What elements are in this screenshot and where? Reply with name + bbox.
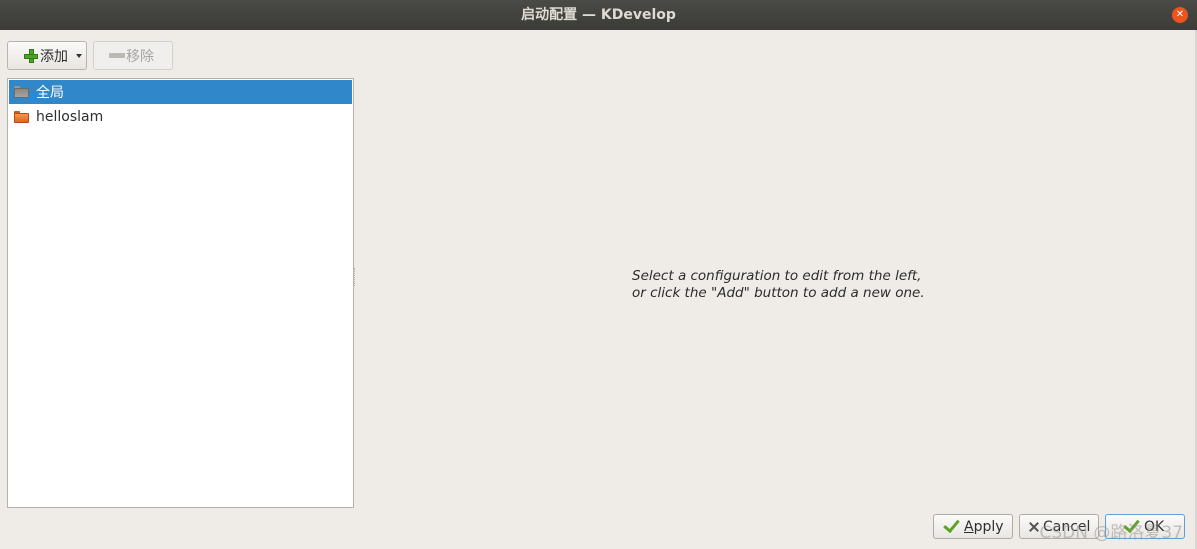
tree-item-global[interactable]: 全局: [9, 80, 352, 104]
hint-line-2: or click the "Add" button to add a new o…: [632, 285, 925, 301]
add-button[interactable]: 添加: [7, 41, 87, 70]
apply-button-label: Apply: [964, 518, 1004, 535]
tree-item-helloslam[interactable]: helloslam: [9, 105, 352, 129]
watermark: CSDN @路洛夏37: [1039, 523, 1183, 543]
checkmark-icon: [943, 515, 960, 534]
apply-button[interactable]: Apply: [933, 514, 1013, 539]
minus-icon: [109, 53, 125, 58]
empty-hint-text: Select a configuration to edit from the …: [632, 268, 925, 302]
window-title: 启动配置 — KDevelop: [521, 7, 676, 23]
close-icon[interactable]: ✕: [1172, 7, 1188, 23]
plus-icon: [23, 48, 39, 64]
tree-item-label: 全局: [36, 85, 64, 101]
dropdown-arrow-icon[interactable]: [76, 54, 82, 58]
add-button-label: 添加: [40, 48, 68, 65]
cancel-icon: [1028, 521, 1040, 533]
folder-icon: [14, 86, 29, 98]
remove-button-label: 移除: [126, 48, 154, 65]
splitter-handle[interactable]: [354, 268, 357, 286]
hint-line-1: Select a configuration to edit from the …: [632, 268, 922, 284]
launch-config-tree[interactable]: 全局 helloslam: [7, 78, 354, 508]
folder-icon: [14, 111, 29, 123]
tree-item-label: helloslam: [36, 109, 104, 125]
remove-button[interactable]: 移除: [93, 41, 173, 70]
title-bar: 启动配置 — KDevelop ✕: [0, 0, 1197, 30]
